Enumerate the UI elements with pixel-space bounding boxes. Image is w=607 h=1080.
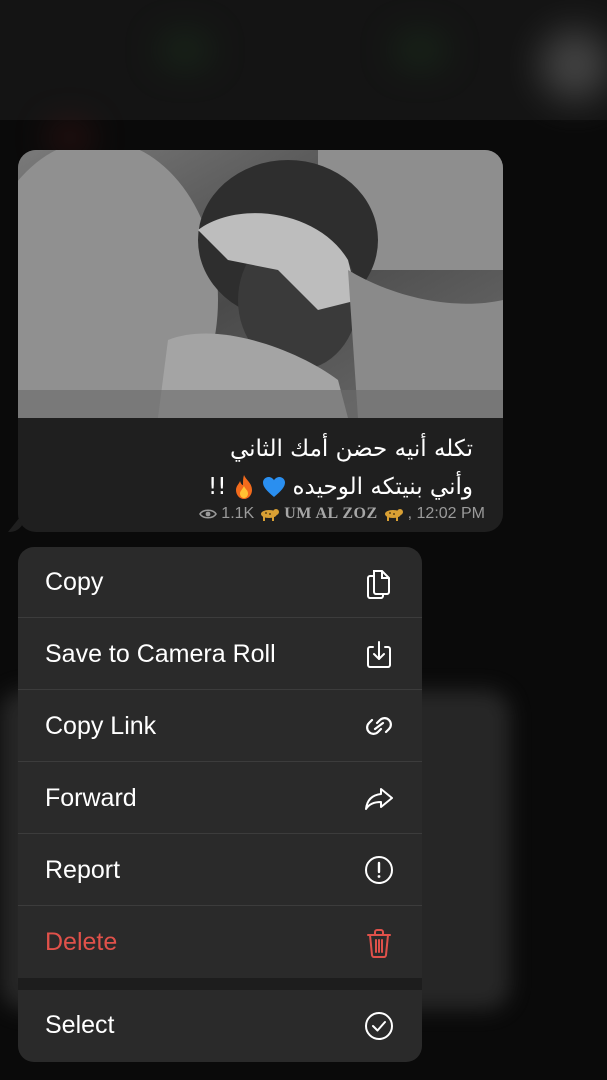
eye-icon (199, 509, 218, 519)
blurred-background (160, 35, 210, 65)
caption-line-2: وأني بنيتكه الوحيده (292, 474, 473, 500)
menu-item-label: Select (45, 1011, 115, 1039)
menu-item-forward[interactable]: Forward (18, 763, 422, 834)
leopard-icon (261, 509, 280, 521)
trash-icon (364, 926, 394, 960)
blue-heart-icon (263, 477, 286, 497)
menu-item-label: Report (45, 855, 121, 884)
leopard-icon (384, 509, 403, 521)
message-caption: تكله أنيه حضن أمك الثاني وأني بنيتكه الو… (33, 430, 473, 506)
check-circle-icon (364, 1009, 394, 1043)
menu-item-select[interactable]: Select (18, 990, 422, 1061)
menu-item-report[interactable]: Report (18, 835, 422, 906)
caption-suffix: !! (208, 474, 227, 500)
menu-item-copy[interactable]: Copy (18, 547, 422, 618)
menu-separator (18, 978, 422, 990)
menu-item-label: Save to Camera Roll (45, 639, 276, 668)
menu-item-label: Forward (45, 783, 137, 812)
blurred-background (395, 35, 445, 65)
menu-item-label: Copy Link (45, 711, 157, 740)
view-count: 1.1K (221, 505, 255, 522)
menu-item-copy-link[interactable]: Copy Link (18, 691, 422, 762)
menu-item-label: Delete (45, 928, 118, 956)
caption-line-2-row: وأني بنيتكه الوحيده !! (33, 468, 473, 506)
caption-line-1: تكله أنيه حضن أمك الثاني (229, 436, 473, 462)
message-photo[interactable] (18, 150, 503, 418)
message-meta: 1.1K UM AL ZOZ , 12:02 PM (199, 503, 485, 525)
message-time: , 12:02 PM (407, 505, 485, 522)
menu-item-save-to-camera-roll[interactable]: Save to Camera Roll (18, 619, 422, 690)
forward-icon (364, 781, 394, 815)
blurred-avatar (540, 30, 607, 100)
menu-item-delete[interactable]: Delete (18, 907, 422, 978)
blurred-background (50, 125, 90, 150)
blurred-header (0, 0, 607, 120)
report-icon (364, 853, 394, 887)
copy-icon (364, 565, 394, 599)
channel-signature: UM AL ZOZ (284, 505, 378, 522)
message-bubble[interactable]: تكله أنيه حضن أمك الثاني وأني بنيتكه الو… (18, 150, 503, 532)
menu-item-label: Copy (45, 567, 104, 596)
fire-icon (236, 475, 253, 499)
download-icon (364, 637, 394, 671)
context-menu: Copy Save to Camera Roll Copy Link Forwa… (18, 547, 422, 1062)
link-icon (364, 709, 394, 743)
